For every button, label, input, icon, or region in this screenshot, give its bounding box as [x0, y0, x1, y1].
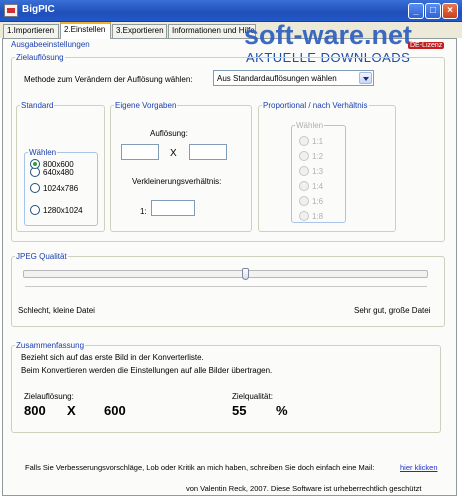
jpeg-quality-slider-thumb[interactable]	[242, 268, 249, 280]
label-ratio-1-6: 1:6	[312, 197, 324, 206]
radio-ratio-1-6[interactable]	[299, 196, 309, 206]
label-1280x1024: 1280x1024	[43, 206, 83, 215]
radio-ratio-1-2[interactable]	[299, 151, 309, 161]
radio-ratio-1-3[interactable]	[299, 166, 309, 176]
jpeg-quality-slider[interactable]	[23, 270, 428, 278]
output-settings-legend: Ausgabeeinstellungen	[11, 40, 90, 49]
label-ratio-1-1: 1:1	[312, 137, 324, 146]
title-bar[interactable]	[0, 0, 462, 22]
label-ratio-1-8: 1:8	[312, 212, 324, 221]
custom-legend: Eigene Vorgaben	[115, 101, 177, 110]
radio-800x600[interactable]	[30, 159, 40, 169]
summary-height-value: 600	[104, 403, 126, 418]
ratio-input[interactable]	[151, 200, 195, 216]
tab-importieren[interactable]: 1.Importieren	[3, 24, 59, 38]
proportional-choose-legend: Wählen	[296, 121, 324, 130]
jpeg-quality-group: JPEG Qualität	[11, 252, 445, 327]
radio-ratio-1-8[interactable]	[299, 211, 309, 221]
standard-legend: Standard	[21, 101, 54, 110]
target-quality-summary-label: Zielqualität:	[232, 392, 273, 401]
method-select-value: Aus Standardauflösungen wählen	[217, 74, 337, 83]
ratio-label: Verkleinerungsverhältnis:	[132, 177, 222, 186]
ratio-prefix: 1:	[140, 207, 147, 216]
chevron-down-icon[interactable]	[359, 72, 372, 84]
radio-ratio-1-1[interactable]	[299, 136, 309, 146]
app-icon	[4, 4, 18, 17]
summary-width-value: 800	[24, 403, 46, 418]
proportional-legend: Proportional / nach Verhältnis	[263, 101, 368, 110]
summary-line-1: Bezieht sich auf das erste Bild in der K…	[21, 353, 204, 362]
copyright-text: von Valentin Reck, 2007. Diese Software …	[186, 484, 422, 493]
summary-line-2: Beim Konvertieren werden die Einstellung…	[21, 366, 273, 375]
minimize-button[interactable]: _	[408, 3, 424, 19]
label-ratio-1-4: 1:4	[312, 182, 324, 191]
radio-1024x786[interactable]	[30, 183, 40, 193]
target-resolution-legend: Zielauflösung	[16, 53, 64, 62]
label-ratio-1-2: 1:2	[312, 152, 324, 161]
radio-1280x1024[interactable]	[30, 205, 40, 215]
feedback-text: Falls Sie Verbesserungsvorschläge, Lob o…	[25, 463, 375, 472]
feedback-link[interactable]: hier klicken	[400, 463, 438, 472]
target-resolution-summary-label: Zielauflösung:	[24, 392, 74, 401]
label-ratio-1-3: 1:3	[312, 167, 324, 176]
quality-max-label: Sehr gut, große Datei	[354, 306, 431, 315]
tab-exportieren[interactable]: 3.Exportieren	[112, 24, 167, 38]
custom-height-input[interactable]	[189, 144, 227, 160]
close-button[interactable]: ×	[442, 3, 458, 19]
resolution-label: Auflösung:	[150, 129, 188, 138]
tab-einstellen[interactable]: 2.Einstellen	[60, 22, 111, 39]
quality-min-label: Schlecht, kleine Datei	[18, 306, 95, 315]
slider-tick-line	[25, 286, 427, 287]
label-640x480: 640x480	[43, 168, 74, 177]
summary-times: X	[67, 403, 76, 418]
times-label: X	[170, 148, 177, 159]
tab-informationen[interactable]: Informationen und Hilfe	[168, 24, 256, 38]
method-label: Methode zum Verändern der Auflösung wähl…	[24, 75, 193, 84]
radio-ratio-1-4[interactable]	[299, 181, 309, 191]
label-1024x786: 1024x786	[43, 184, 79, 193]
maximize-button[interactable]: □	[425, 3, 441, 19]
custom-width-input[interactable]	[121, 144, 159, 160]
standard-choose-legend: Wählen	[29, 148, 57, 157]
summary-quality-unit: %	[276, 403, 288, 418]
method-select[interactable]: Aus Standardauflösungen wählen	[213, 70, 374, 86]
jpeg-quality-legend: JPEG Qualität	[16, 252, 67, 261]
summary-legend: Zusammenfassung	[16, 341, 85, 350]
summary-quality-value: 55	[232, 403, 247, 418]
label-800x600: 800x600	[43, 160, 74, 169]
window-title: BigPIC	[22, 4, 55, 15]
